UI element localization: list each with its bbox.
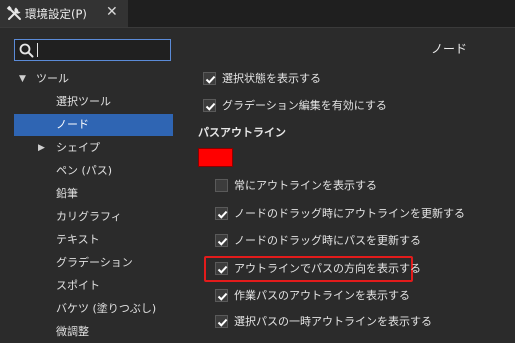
tree-item-calligraphy[interactable]: カリグラフィ (14, 206, 173, 228)
tree-item-label: グラデーション (56, 256, 133, 269)
collapse-arrow-icon[interactable]: ▶ (38, 137, 45, 159)
checkmark-icon (217, 292, 228, 301)
checkbox-label: ノードのドラッグ時にパスを更新する (234, 234, 421, 247)
tree-item-tweak[interactable]: 微調整 (14, 321, 173, 343)
tree-item-label: テキスト (56, 233, 100, 246)
tree-item-node[interactable]: ノード (14, 114, 173, 136)
checkbox[interactable] (215, 262, 228, 275)
checkbox[interactable] (215, 234, 228, 247)
checkmark-icon (217, 265, 228, 274)
checkbox[interactable] (203, 99, 216, 112)
checkbox-label: 作業パスのアウトラインを表示する (234, 289, 410, 302)
search-icon (19, 43, 34, 58)
checkbox[interactable] (215, 179, 228, 192)
outline-color-button[interactable] (198, 148, 233, 167)
tree-item-label: カリグラフィ (56, 210, 122, 223)
search-input[interactable] (37, 42, 165, 58)
tree-item-label: 選択ツール (56, 95, 111, 108)
checkmark-icon (205, 102, 216, 111)
checkbox-label: ノードのドラッグ時にアウトラインを更新する (234, 207, 465, 220)
tree-item-selector[interactable]: 選択ツール (14, 91, 173, 113)
tree-item-tools[interactable]: ▼ ツール (14, 68, 173, 90)
tree-item-pencil[interactable]: 鉛筆 (14, 183, 173, 205)
tree-item-bucket[interactable]: バケツ (塗りつぶし) (14, 298, 173, 320)
tools-icon (6, 5, 23, 22)
tree-item-gradient[interactable]: グラデーション (14, 252, 173, 274)
search-box[interactable] (14, 39, 171, 61)
tree-item-text[interactable]: テキスト (14, 229, 173, 251)
checkbox-label: 常にアウトラインを表示する (234, 179, 377, 192)
path-outline-header: パスアウトライン (198, 126, 286, 139)
tree-item-pen[interactable]: ペン (パス) (14, 160, 173, 182)
tree-item-shape[interactable]: ▶ シェイプ (14, 137, 173, 159)
page-title: ノード (431, 42, 468, 56)
tree-item-label: 微調整 (56, 325, 89, 338)
checkmark-icon (217, 237, 228, 246)
checkbox-label: グラデーション編集を有効にする (222, 99, 387, 112)
tree-item-label: シェイプ (56, 141, 100, 154)
checkbox-label: アウトラインでパスの方向を表示する (234, 262, 421, 275)
tree-item-label: ツール (36, 72, 69, 85)
checkbox[interactable] (215, 315, 228, 328)
checkmark-icon (217, 318, 228, 327)
checkbox[interactable] (203, 72, 216, 85)
tab-preferences[interactable]: 環境設定(P) ✕ (0, 0, 128, 27)
title-bar: 環境設定(P) ✕ (0, 0, 515, 28)
expand-arrow-icon[interactable]: ▼ (19, 68, 26, 90)
tree-item-label: 鉛筆 (56, 187, 78, 200)
text-caret (37, 43, 38, 57)
checkbox-label: 選択状態を表示する (222, 72, 321, 85)
checkbox[interactable] (215, 289, 228, 302)
checkbox[interactable] (215, 207, 228, 220)
checkmark-icon (205, 75, 216, 84)
checkmark-icon (217, 210, 228, 219)
tree-item-dropper[interactable]: スポイト (14, 275, 173, 297)
tree-item-label: ペン (パス) (56, 164, 113, 177)
tree-item-label: ノード (56, 118, 89, 131)
tree-item-label: バケツ (塗りつぶし) (56, 302, 157, 315)
close-icon[interactable]: ✕ (106, 4, 118, 20)
tab-label: 環境設定(P) (25, 7, 87, 21)
checkbox-label: 選択パスの一時アウトラインを表示する (234, 315, 432, 328)
tree-item-label: スポイト (56, 279, 100, 292)
